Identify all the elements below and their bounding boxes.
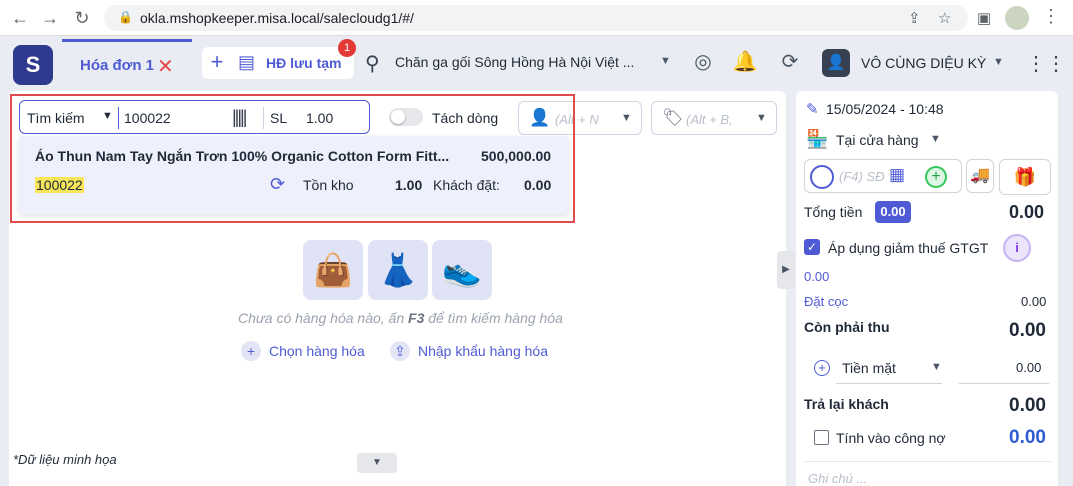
choose-label: Chọn hàng hóa [269, 343, 365, 359]
app-logo: S [13, 45, 53, 85]
annotation-highlight-box [10, 94, 575, 223]
chevron-down-icon[interactable]: ▼ [660, 55, 671, 67]
hint-text: để tìm kiếm hàng hóa [424, 310, 563, 326]
customer-placeholder: (F4) SĐ [839, 169, 885, 184]
chevron-down-icon: ▼ [756, 112, 767, 124]
import-label: Nhập khẩu hàng hóa [418, 343, 548, 359]
bag-icon: 👜 [303, 240, 363, 300]
import-products-button[interactable]: ⇪ Nhập khẩu hàng hóa [390, 341, 548, 361]
customer-avatar-icon [810, 165, 834, 189]
chevron-down-icon[interactable]: ▼ [930, 133, 941, 145]
forward-icon[interactable]: → [40, 8, 60, 28]
hint-text: Chưa có hàng hóa nào, ấn [238, 310, 409, 326]
tag-placeholder: (Alt + B, [686, 112, 733, 127]
tag-select[interactable]: 🏷 (Alt + B, ▼ [651, 101, 777, 135]
divider [804, 461, 1052, 462]
more-menu-icon[interactable]: ⋮ [1042, 6, 1060, 27]
sneaker-icon: 👟 [432, 240, 492, 300]
customer-input[interactable]: (F4) SĐ ▦ + [804, 159, 962, 193]
payment-amount-input[interactable]: 0.00 [1016, 360, 1041, 375]
tab-label: Hóa đơn 1 [80, 57, 155, 74]
divider [959, 383, 1049, 384]
back-icon[interactable]: ← [10, 8, 30, 28]
url-text: okla.mshopkeeper.misa.local/salecloudg1/… [140, 10, 414, 26]
share-icon[interactable]: ⇪ [908, 9, 921, 27]
delivery-truck-button[interactable]: 🚚 [966, 159, 994, 193]
empty-state-hint: Chưa có hàng hóa nào, ấn F3 để tìm kiếm … [238, 310, 563, 326]
bell-icon[interactable]: 🔔 [732, 49, 758, 75]
edit-icon[interactable]: ✎ [806, 100, 819, 118]
lock-icon: 🔒 [118, 10, 133, 24]
add-customer-icon[interactable]: + [925, 166, 947, 188]
total-badge: 0.00 [875, 201, 911, 223]
address-bar[interactable]: 🔒 okla.mshopkeeper.misa.local/salecloudg… [104, 5, 968, 31]
chevron-down-icon: ▼ [621, 112, 632, 124]
tab-invoice-1[interactable]: Hóa đơn 1 ✕ [62, 39, 192, 87]
amount-due-label: Còn phải thu [804, 319, 890, 335]
total-label: Tổng tiền [804, 204, 863, 220]
upload-icon: ⇪ [390, 341, 410, 361]
sync-icon[interactable]: ⟳ [777, 49, 803, 75]
divider [836, 383, 942, 384]
amount-due-value: 0.00 [1009, 320, 1046, 341]
user-lock-icon[interactable]: 👤 [822, 49, 850, 77]
change-value: 0.00 [1009, 395, 1046, 416]
bookmark-star-icon[interactable]: ☆ [938, 9, 951, 27]
app-header: S Hóa đơn 1 ✕ + ▤ HĐ lưu tạm 1 ⚲ Chăn ga… [0, 37, 1073, 89]
scan-card-icon[interactable]: ▦ [889, 165, 905, 185]
info-icon[interactable]: i [1003, 234, 1031, 262]
draft-count-badge: 1 [338, 39, 356, 57]
add-payment-icon[interactable]: + [814, 360, 830, 376]
tax-reduction-checkbox[interactable]: ✓ [804, 239, 820, 255]
change-label: Trả lại khách [804, 396, 889, 412]
collapse-right-panel-button[interactable]: ▶ [777, 251, 795, 289]
profile-avatar[interactable] [1005, 6, 1029, 30]
demo-data-note: *Dữ liệu minh họa [13, 452, 117, 467]
payment-method-select[interactable]: Tiền mặt [842, 360, 896, 376]
draft-invoices-button[interactable]: ▤ HĐ lưu tạm [232, 47, 354, 79]
note-input[interactable]: Ghi chú ... [808, 471, 867, 486]
tax-reduction-label: Áp dụng giảm thuế GTGT [828, 240, 989, 256]
browser-toolbar: ← → ↻ 🔒 okla.mshopkeeper.misa.local/sale… [0, 0, 1073, 36]
tax-reduction-value[interactable]: 0.00 [804, 269, 829, 284]
sidebar-icon[interactable]: ▣ [977, 9, 991, 27]
gift-button[interactable]: 🎁 [999, 159, 1051, 195]
debt-checkbox[interactable] [814, 430, 829, 445]
debt-value: 0.00 [1009, 427, 1046, 448]
document-icon: ▤ [238, 52, 256, 72]
dress-icon: 👗 [368, 240, 428, 300]
draft-label: HĐ lưu tạm [266, 55, 342, 71]
chevron-down-icon[interactable]: ▼ [931, 361, 942, 373]
hint-key: F3 [408, 310, 425, 326]
apps-grid-icon[interactable]: ⋮⋮⋮ [1026, 51, 1073, 76]
user-name[interactable]: VÔ CÙNG DIỆU KỲ [861, 55, 986, 71]
reload-icon[interactable]: ↻ [72, 8, 92, 28]
chevron-down-icon[interactable]: ▼ [993, 56, 1004, 68]
choose-products-button[interactable]: + Chọn hàng hóa [241, 341, 365, 361]
plus-icon: + [241, 341, 261, 361]
order-summary-panel: ✎ 15/05/2024 - 10:48 🏪 Tại cửa hàng ▼ (F… [796, 91, 1058, 486]
sale-mode-select[interactable]: Tại cửa hàng [836, 132, 919, 148]
location-pin-icon: ⚲ [365, 53, 380, 75]
deposit-value: 0.00 [1021, 294, 1047, 309]
total-value: 0.00 [1009, 202, 1045, 222]
close-icon[interactable]: ✕ [157, 54, 174, 79]
debt-label: Tính vào công nợ [836, 430, 946, 446]
store-icon: 🏪 [806, 129, 829, 149]
deposit-label[interactable]: Đặt cọc [804, 294, 848, 309]
store-selector[interactable]: Chăn ga gối Sông Hồng Hà Nội Việt ... [395, 54, 634, 70]
add-tab-button[interactable]: + [202, 47, 232, 79]
tag-icon: 🏷 [662, 108, 684, 127]
order-datetime[interactable]: 15/05/2024 - 10:48 [826, 101, 944, 117]
expand-bottom-button[interactable]: ▼ [357, 453, 397, 473]
messenger-icon[interactable]: ◎ [690, 49, 716, 75]
